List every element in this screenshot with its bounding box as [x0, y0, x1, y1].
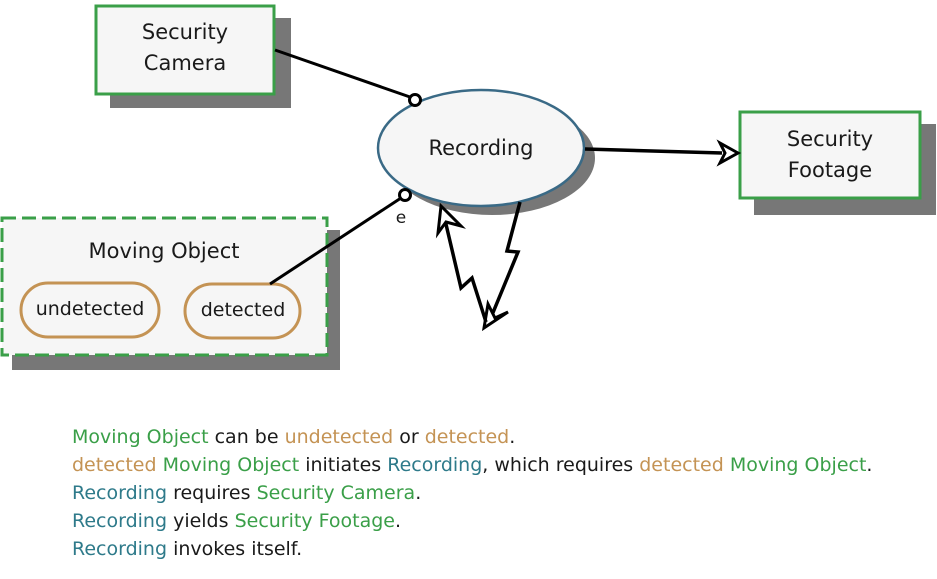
- opl-sentence: Moving Object can be undetected or detec…: [72, 423, 872, 451]
- result-arrowhead-icon: [716, 139, 742, 167]
- opl-obj-term: Moving Object: [729, 454, 867, 476]
- security-camera-label-line2: Camera: [144, 51, 226, 75]
- security-footage-label-line2: Footage: [788, 158, 872, 182]
- state-detected[interactable]: detected: [183, 282, 302, 340]
- invocation-link-self[interactable]: [435, 201, 522, 332]
- state-undetected[interactable]: undetected: [19, 281, 161, 339]
- opl-text-block: Moving Object can be undetected or detec…: [72, 423, 872, 563]
- opl-sentence: Recording invokes itself.: [72, 535, 872, 563]
- security-footage-label-line1: Security: [787, 127, 873, 151]
- instrument-link-line: [274, 48, 411, 99]
- opl-obj-term: Security Footage: [234, 510, 395, 532]
- event-circle-icon: [398, 188, 412, 202]
- opl-state-term: detected: [424, 426, 510, 448]
- opl-text: , which requires: [482, 454, 640, 476]
- opl-text: requires: [167, 482, 257, 504]
- opm-diagram: Security Camera Security Footage Moving …: [0, 4, 936, 370]
- opl-obj-term: Moving Object: [72, 426, 209, 448]
- result-link-footage[interactable]: [584, 139, 742, 167]
- instrument-link-camera[interactable]: [274, 48, 422, 107]
- security-camera-object[interactable]: Security Camera: [94, 4, 291, 108]
- opl-proc-term: Recording: [72, 510, 168, 532]
- opl-text: can be: [208, 426, 285, 448]
- opl-text: .: [415, 482, 422, 504]
- state-detected-label: detected: [201, 299, 286, 321]
- result-link-line: [584, 147, 723, 155]
- invocation-link-down: [490, 201, 522, 316]
- opl-proc-term: Recording: [72, 538, 168, 560]
- instrument-circle-icon: [408, 93, 422, 107]
- state-undetected-label: undetected: [36, 298, 145, 320]
- opl-text: .: [866, 454, 873, 476]
- security-footage-box: [738, 110, 922, 200]
- moving-object-object[interactable]: Moving Object undetected detected: [0, 216, 340, 370]
- opl-state-term: detected: [639, 454, 724, 476]
- invocation-link-up: [443, 219, 488, 323]
- opl-proc-term: Recording: [387, 454, 483, 476]
- opl-sentence: detected Moving Object initiates Recordi…: [72, 451, 872, 479]
- security-footage-object[interactable]: Security Footage: [738, 110, 936, 215]
- opl-text: .: [509, 426, 516, 448]
- security-camera-label-line1: Security: [142, 20, 228, 44]
- opl-proc-term: Recording: [72, 482, 168, 504]
- opl-text: .: [394, 510, 402, 532]
- opl-text: initiates: [299, 454, 388, 476]
- opl-state-term: undetected: [284, 426, 394, 448]
- event-label: e: [396, 208, 406, 228]
- opl-text: or: [393, 426, 425, 448]
- opl-obj-term: Security Camera: [256, 482, 416, 504]
- recording-label: Recording: [428, 136, 533, 160]
- opl-state-term: detected: [72, 454, 157, 476]
- moving-object-label: Moving Object: [89, 239, 240, 263]
- opl-obj-term: Moving Object: [162, 454, 300, 476]
- opl-text: yields: [167, 510, 235, 532]
- opl-sentence: Recording yields Security Footage.: [72, 507, 872, 535]
- opl-sentence: Recording requires Security Camera.: [72, 479, 872, 507]
- opl-text: invokes itself.: [167, 538, 303, 560]
